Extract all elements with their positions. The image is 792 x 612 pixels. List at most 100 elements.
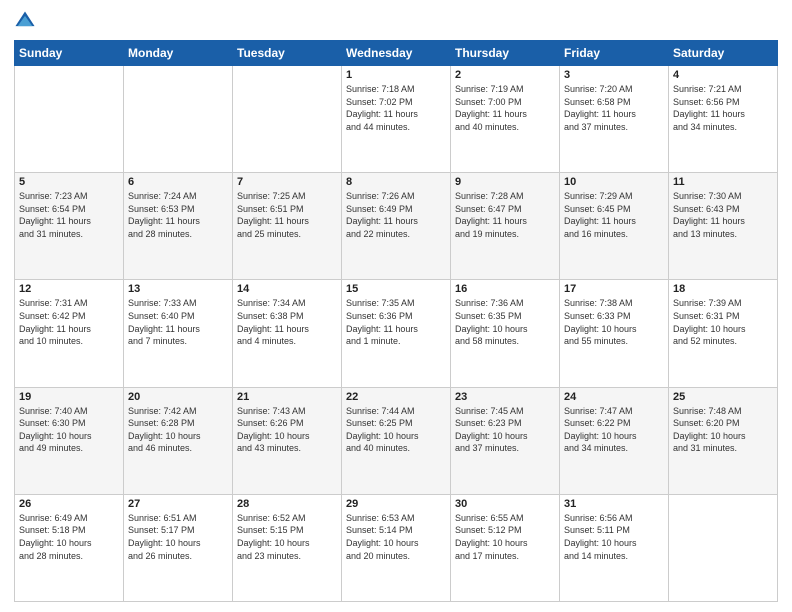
day-info: Sunrise: 7:30 AM Sunset: 6:43 PM Dayligh…	[673, 190, 773, 240]
calendar-day-17: 17Sunrise: 7:38 AM Sunset: 6:33 PM Dayli…	[560, 280, 669, 387]
page: SundayMondayTuesdayWednesdayThursdayFrid…	[0, 0, 792, 612]
calendar-day-30: 30 Sunrise: 6:55 AM Sunset: 5:12 PM Dayli…	[451, 494, 560, 601]
logo-icon	[14, 10, 36, 32]
calendar-table: SundayMondayTuesdayWednesdayThursdayFrid…	[14, 40, 778, 602]
day-number: 12	[19, 283, 119, 295]
day-number: 16	[455, 283, 555, 295]
day-number: 20	[128, 391, 228, 403]
weekday-header-tuesday: Tuesday	[233, 41, 342, 66]
day-info: Sunrise: 7:34 AM Sunset: 6:38 PM Dayligh…	[237, 297, 337, 347]
calendar-empty	[233, 66, 342, 173]
calendar-empty	[15, 66, 124, 173]
day-info: Sunrise: 7:44 AM Sunset: 6:25 PM Dayligh…	[346, 405, 446, 455]
day-number: 29	[346, 498, 446, 510]
day-info: Sunrise: 7:18 AM Sunset: 7:02 PM Dayligh…	[346, 83, 446, 133]
calendar-day-16: 16 Sunrise: 7:36 AM Sunset: 6:35 PM Dayli…	[451, 280, 560, 387]
day-info: Sunrise: 7:40 AM Sunset: 6:30 PM Dayligh…	[19, 405, 119, 455]
calendar-day-24: 24 Sunrise: 7:47 AM Sunset: 6:22 PM Dayli…	[560, 387, 669, 494]
calendar-week-row: 26 Sunrise: 6:49 AM Sunset: 5:18 PM Dayli…	[15, 494, 778, 601]
day-number: 2	[455, 69, 555, 81]
day-number: 13	[128, 283, 228, 295]
calendar-day-15: 15 Sunrise: 7:35 AM Sunset: 6:36 PM Dayli…	[342, 280, 451, 387]
day-info: Sunrise: 6:53 AM Sunset: 5:14 PM Dayligh…	[346, 512, 446, 562]
day-number: 1	[346, 69, 446, 81]
calendar-day-23: 23Sunrise: 7:45 AM Sunset: 6:23 PM Dayli…	[451, 387, 560, 494]
calendar-week-row: 5 Sunrise: 7:23 AM Sunset: 6:54 PM Daylig…	[15, 173, 778, 280]
calendar-week-row: 12 Sunrise: 7:31 AM Sunset: 6:42 PM Dayli…	[15, 280, 778, 387]
calendar-day-9: 9Sunrise: 7:28 AM Sunset: 6:47 PM Daylig…	[451, 173, 560, 280]
weekday-header-thursday: Thursday	[451, 41, 560, 66]
day-info: Sunrise: 6:51 AM Sunset: 5:17 PM Dayligh…	[128, 512, 228, 562]
calendar-day-11: 11 Sunrise: 7:30 AM Sunset: 6:43 PM Dayli…	[669, 173, 778, 280]
day-info: Sunrise: 7:43 AM Sunset: 6:26 PM Dayligh…	[237, 405, 337, 455]
calendar-day-19: 19 Sunrise: 7:40 AM Sunset: 6:30 PM Dayli…	[15, 387, 124, 494]
day-number: 11	[673, 176, 773, 188]
calendar-week-row: 19 Sunrise: 7:40 AM Sunset: 6:30 PM Dayli…	[15, 387, 778, 494]
day-info: Sunrise: 6:55 AM Sunset: 5:12 PM Dayligh…	[455, 512, 555, 562]
day-number: 24	[564, 391, 664, 403]
day-info: Sunrise: 7:23 AM Sunset: 6:54 PM Dayligh…	[19, 190, 119, 240]
calendar-day-12: 12 Sunrise: 7:31 AM Sunset: 6:42 PM Dayli…	[15, 280, 124, 387]
calendar-day-3: 3Sunrise: 7:20 AM Sunset: 6:58 PM Daylig…	[560, 66, 669, 173]
day-number: 21	[237, 391, 337, 403]
calendar-day-14: 14 Sunrise: 7:34 AM Sunset: 6:38 PM Dayli…	[233, 280, 342, 387]
day-info: Sunrise: 7:47 AM Sunset: 6:22 PM Dayligh…	[564, 405, 664, 455]
day-info: Sunrise: 6:56 AM Sunset: 5:11 PM Dayligh…	[564, 512, 664, 562]
day-info: Sunrise: 7:31 AM Sunset: 6:42 PM Dayligh…	[19, 297, 119, 347]
day-info: Sunrise: 7:33 AM Sunset: 6:40 PM Dayligh…	[128, 297, 228, 347]
day-number: 6	[128, 176, 228, 188]
calendar-day-25: 25 Sunrise: 7:48 AM Sunset: 6:20 PM Dayli…	[669, 387, 778, 494]
day-number: 15	[346, 283, 446, 295]
calendar-empty	[669, 494, 778, 601]
calendar-day-4: 4Sunrise: 7:21 AM Sunset: 6:56 PM Daylig…	[669, 66, 778, 173]
day-number: 30	[455, 498, 555, 510]
day-number: 14	[237, 283, 337, 295]
day-number: 22	[346, 391, 446, 403]
day-info: Sunrise: 7:35 AM Sunset: 6:36 PM Dayligh…	[346, 297, 446, 347]
calendar-day-7: 7 Sunrise: 7:25 AM Sunset: 6:51 PM Daylig…	[233, 173, 342, 280]
calendar-day-28: 28 Sunrise: 6:52 AM Sunset: 5:15 PM Dayli…	[233, 494, 342, 601]
day-number: 23	[455, 391, 555, 403]
calendar-empty	[124, 66, 233, 173]
day-info: Sunrise: 7:48 AM Sunset: 6:20 PM Dayligh…	[673, 405, 773, 455]
day-info: Sunrise: 6:52 AM Sunset: 5:15 PM Dayligh…	[237, 512, 337, 562]
day-info: Sunrise: 6:49 AM Sunset: 5:18 PM Dayligh…	[19, 512, 119, 562]
weekday-header-friday: Friday	[560, 41, 669, 66]
calendar-day-6: 6Sunrise: 7:24 AM Sunset: 6:53 PM Daylig…	[124, 173, 233, 280]
calendar-day-1: 1 Sunrise: 7:18 AM Sunset: 7:02 PM Daylig…	[342, 66, 451, 173]
logo	[14, 14, 40, 32]
calendar-day-2: 2Sunrise: 7:19 AM Sunset: 7:00 PM Daylig…	[451, 66, 560, 173]
day-number: 26	[19, 498, 119, 510]
day-info: Sunrise: 7:38 AM Sunset: 6:33 PM Dayligh…	[564, 297, 664, 347]
day-info: Sunrise: 7:25 AM Sunset: 6:51 PM Dayligh…	[237, 190, 337, 240]
day-number: 7	[237, 176, 337, 188]
weekday-header-sunday: Sunday	[15, 41, 124, 66]
day-number: 19	[19, 391, 119, 403]
day-info: Sunrise: 7:26 AM Sunset: 6:49 PM Dayligh…	[346, 190, 446, 240]
day-info: Sunrise: 7:29 AM Sunset: 6:45 PM Dayligh…	[564, 190, 664, 240]
day-info: Sunrise: 7:36 AM Sunset: 6:35 PM Dayligh…	[455, 297, 555, 347]
weekday-header-monday: Monday	[124, 41, 233, 66]
day-number: 8	[346, 176, 446, 188]
day-number: 25	[673, 391, 773, 403]
day-number: 10	[564, 176, 664, 188]
calendar-day-18: 18Sunrise: 7:39 AM Sunset: 6:31 PM Dayli…	[669, 280, 778, 387]
calendar-day-10: 10 Sunrise: 7:29 AM Sunset: 6:45 PM Dayli…	[560, 173, 669, 280]
calendar-day-21: 21 Sunrise: 7:43 AM Sunset: 6:26 PM Dayli…	[233, 387, 342, 494]
day-info: Sunrise: 7:42 AM Sunset: 6:28 PM Dayligh…	[128, 405, 228, 455]
weekday-header-saturday: Saturday	[669, 41, 778, 66]
calendar-day-22: 22 Sunrise: 7:44 AM Sunset: 6:25 PM Dayli…	[342, 387, 451, 494]
calendar-day-5: 5 Sunrise: 7:23 AM Sunset: 6:54 PM Daylig…	[15, 173, 124, 280]
header	[14, 10, 778, 32]
day-number: 5	[19, 176, 119, 188]
calendar-day-26: 26 Sunrise: 6:49 AM Sunset: 5:18 PM Dayli…	[15, 494, 124, 601]
weekday-header-wednesday: Wednesday	[342, 41, 451, 66]
day-number: 27	[128, 498, 228, 510]
calendar-day-20: 20 Sunrise: 7:42 AM Sunset: 6:28 PM Dayli…	[124, 387, 233, 494]
calendar-header-row: SundayMondayTuesdayWednesdayThursdayFrid…	[15, 41, 778, 66]
calendar-day-8: 8 Sunrise: 7:26 AM Sunset: 6:49 PM Daylig…	[342, 173, 451, 280]
day-number: 28	[237, 498, 337, 510]
calendar-day-27: 27 Sunrise: 6:51 AM Sunset: 5:17 PM Dayli…	[124, 494, 233, 601]
day-number: 9	[455, 176, 555, 188]
day-info: Sunrise: 7:39 AM Sunset: 6:31 PM Dayligh…	[673, 297, 773, 347]
